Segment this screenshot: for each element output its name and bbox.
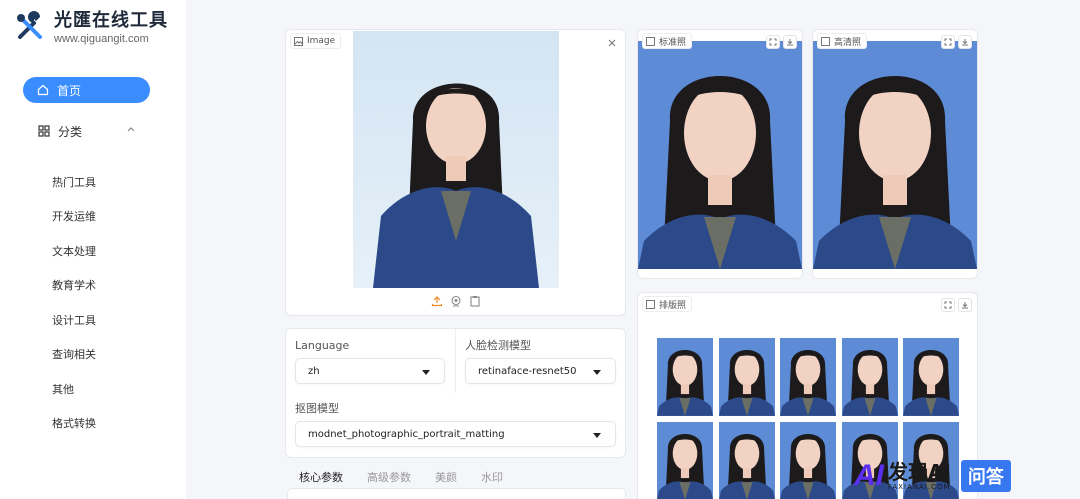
layout-photo-label: 排版照 [642, 296, 693, 312]
matting-value: modnet_photographic_portrait_matting [308, 428, 505, 440]
hd-photo-panel: 高清照 [812, 29, 978, 279]
brand-title: 光匯在线工具 [54, 10, 168, 31]
nav-item-design[interactable]: 设计工具 [52, 314, 96, 328]
nav-item-education[interactable]: 教育学术 [52, 279, 96, 293]
faxianai-watermark: AI 发现AI FAXIANAI.COM 问答 [854, 456, 1076, 496]
close-button[interactable] [605, 36, 619, 50]
language-select[interactable]: zh [295, 358, 445, 384]
nav-home-label: 首页 [57, 83, 82, 98]
caret-down-icon [593, 433, 601, 438]
download-icon [787, 39, 793, 46]
watermark-domain: FAXIANAI.COM [888, 483, 951, 491]
sidebar: 光匯在线工具 www.qiguangit.com 首页 分类 热门工具 开发运维… [0, 0, 186, 499]
download-icon [962, 39, 968, 46]
caret-down-icon [422, 370, 430, 375]
close-icon [608, 39, 616, 47]
image-label: Image [290, 33, 342, 49]
hd-photo-label: 高清照 [817, 33, 868, 49]
home-icon [37, 84, 49, 96]
watermark-ai-logo: AI [854, 459, 884, 492]
layout-thumbnail [657, 422, 713, 499]
download-icon [962, 302, 968, 309]
download-button[interactable] [958, 35, 972, 49]
nav-item-other[interactable]: 其他 [52, 383, 74, 397]
fullscreen-icon [944, 301, 952, 309]
face-model-select[interactable]: retinaface-resnet50 [465, 358, 616, 384]
download-button[interactable] [783, 35, 797, 49]
grid-icon [38, 125, 50, 137]
matting-label: 抠图模型 [295, 402, 339, 415]
uploaded-portrait [353, 31, 559, 288]
layout-thumbnail [718, 338, 775, 416]
fullscreen-button[interactable] [941, 35, 955, 49]
standard-portrait-image [638, 76, 802, 269]
brand-url: www.qiguangit.com [54, 33, 149, 45]
logo[interactable]: 光匯在线工具 www.qiguangit.com [14, 10, 168, 46]
nav-item-hot[interactable]: 热门工具 [52, 176, 96, 190]
standard-photo-panel: 标准照 [637, 29, 803, 279]
fullscreen-button[interactable] [941, 298, 955, 312]
nav-item-devops[interactable]: 开发运维 [52, 210, 96, 224]
fullscreen-icon [769, 38, 777, 46]
layout-thumbnail [718, 422, 775, 499]
fullscreen-icon [944, 38, 952, 46]
settings-panel: Language zh 人脸检测模型 retinaface-resnet50 抠… [285, 328, 626, 458]
nav-item-query[interactable]: 查询相关 [52, 348, 96, 362]
image-upload-panel[interactable]: Image [285, 29, 626, 316]
nav-item-text[interactable]: 文本处理 [52, 245, 96, 259]
hd-photo [813, 41, 977, 269]
language-value: zh [308, 365, 320, 377]
nav-category-label: 分类 [58, 124, 83, 139]
hd-portrait-image [813, 76, 977, 269]
tab-content [287, 488, 626, 499]
layout-thumbnail [903, 338, 959, 416]
upload-icon[interactable] [431, 295, 443, 307]
image-icon [821, 36, 830, 46]
nav-item-format[interactable]: 格式转换 [52, 417, 96, 431]
watermark-name: 发现AI [888, 460, 951, 484]
webcam-icon[interactable] [450, 295, 462, 307]
standard-photo [638, 41, 802, 269]
fullscreen-button[interactable] [766, 35, 780, 49]
language-label: Language [295, 339, 350, 352]
standard-photo-label: 标准照 [642, 33, 693, 49]
nav-home[interactable]: 首页 [23, 77, 150, 103]
image-icon [294, 36, 303, 46]
watermark-qa-badge: 问答 [960, 460, 1011, 492]
matting-select[interactable]: modnet_photographic_portrait_matting [295, 421, 616, 447]
face-model-label: 人脸检测模型 [465, 339, 531, 352]
layout-thumbnail [657, 338, 713, 416]
layout-thumbnail [841, 338, 898, 416]
layout-thumbnail [780, 338, 836, 416]
download-button[interactable] [958, 298, 972, 312]
nav-category[interactable]: 分类 [38, 121, 138, 141]
portrait-image [373, 83, 539, 288]
image-icon [646, 299, 655, 309]
chevron-up-icon [127, 127, 135, 132]
caret-down-icon [593, 370, 601, 375]
divider [455, 329, 456, 393]
wrench-screwdriver-icon [17, 11, 42, 39]
layout-thumbnail [780, 422, 836, 499]
image-icon [646, 36, 655, 46]
face-model-value: retinaface-resnet50 [478, 365, 577, 377]
clipboard-icon[interactable] [469, 295, 481, 307]
